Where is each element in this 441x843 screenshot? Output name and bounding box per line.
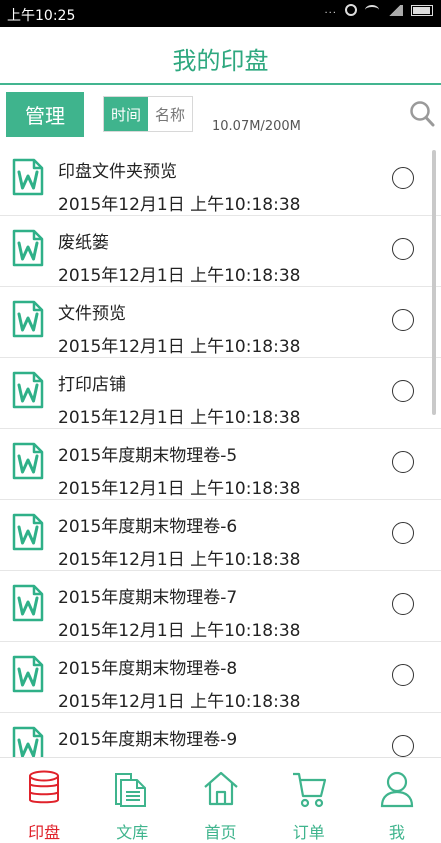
file-name: 印盘文件夹预览 xyxy=(58,162,177,182)
file-date: 2015年12月1日 上午10:18:38 xyxy=(58,479,301,499)
file-name: 2015年度期末物理卷-7 xyxy=(58,588,238,608)
select-radio[interactable] xyxy=(392,309,414,331)
file-row[interactable]: 2015年度期末物理卷-5 2015年12月1日 上午10:18:38 xyxy=(0,429,441,500)
select-radio[interactable] xyxy=(392,664,414,686)
tab-documents[interactable]: 文库 xyxy=(88,758,176,842)
notification-dots: ... xyxy=(324,4,337,16)
file-date: 2015年12月1日 上午10:18:38 xyxy=(58,337,301,357)
select-radio[interactable] xyxy=(392,593,414,615)
select-radio[interactable] xyxy=(392,522,414,544)
status-bar: 上午10:25 ... xyxy=(0,0,441,27)
sort-toggle: 时间 名称 xyxy=(103,96,193,132)
tab-user[interactable]: 我 xyxy=(353,758,441,842)
file-row[interactable]: 文件预览 2015年12月1日 上午10:18:38 xyxy=(0,287,441,358)
file-row[interactable]: 2015年度期末物理卷-9 xyxy=(0,713,441,757)
sort-by-time-tab[interactable]: 时间 xyxy=(104,97,148,131)
file-row[interactable]: 2015年度期末物理卷-6 2015年12月1日 上午10:18:38 xyxy=(0,500,441,571)
tab-home[interactable]: 首页 xyxy=(176,758,264,842)
sort-by-name-tab[interactable]: 名称 xyxy=(148,97,192,131)
file-name: 2015年度期末物理卷-9 xyxy=(58,730,238,750)
word-document-icon xyxy=(11,442,45,484)
select-radio[interactable] xyxy=(392,451,414,473)
select-radio[interactable] xyxy=(392,735,414,757)
title-bar: 我的印盘 xyxy=(0,27,441,85)
tab-cart[interactable]: 订单 xyxy=(265,758,353,842)
tab-label: 印盘 xyxy=(28,823,61,842)
file-date: 2015年12月1日 上午10:18:38 xyxy=(58,621,301,641)
word-document-icon xyxy=(11,158,45,200)
search-icon[interactable] xyxy=(409,100,435,132)
status-time: 上午10:25 xyxy=(7,8,76,24)
select-radio[interactable] xyxy=(392,380,414,402)
file-name: 2015年度期末物理卷-6 xyxy=(58,517,238,537)
word-document-icon xyxy=(11,371,45,413)
toolbar: 管理 时间 名称 10.07M/200M xyxy=(0,85,441,145)
select-radio[interactable] xyxy=(392,238,414,260)
tab-label: 首页 xyxy=(204,823,237,842)
tab-label: 我 xyxy=(388,823,405,842)
word-document-icon xyxy=(11,229,45,271)
alarm-icon xyxy=(345,4,357,16)
word-document-icon xyxy=(11,655,45,697)
signal-icon xyxy=(387,4,403,16)
file-row[interactable]: 2015年度期末物理卷-8 2015年12月1日 上午10:18:38 xyxy=(0,642,441,713)
file-name: 打印店铺 xyxy=(58,375,126,395)
file-name: 文件预览 xyxy=(58,304,126,324)
file-date: 2015年12月1日 上午10:18:38 xyxy=(58,195,301,215)
word-document-icon xyxy=(11,726,45,757)
battery-icon xyxy=(411,4,433,16)
file-date: 2015年12月1日 上午10:18:38 xyxy=(58,408,301,428)
bottom-tab-bar: 印盘 文库 首页 订单 我 xyxy=(0,757,441,842)
file-name: 2015年度期末物理卷-5 xyxy=(58,446,238,466)
word-document-icon xyxy=(11,300,45,342)
file-name: 废纸篓 xyxy=(58,233,109,253)
file-row[interactable]: 印盘文件夹预览 2015年12月1日 上午10:18:38 xyxy=(0,145,441,216)
file-row[interactable]: 废纸篓 2015年12月1日 上午10:18:38 xyxy=(0,216,441,287)
select-radio[interactable] xyxy=(392,167,414,189)
file-list: 印盘文件夹预览 2015年12月1日 上午10:18:38 废纸篓 2015年12月1… xyxy=(0,145,441,757)
file-row[interactable]: 打印店铺 2015年12月1日 上午10:18:38 xyxy=(0,358,441,429)
manage-button[interactable]: 管理 xyxy=(6,92,84,137)
file-date: 2015年12月1日 上午10:18:38 xyxy=(58,692,301,712)
tab-database[interactable]: 印盘 xyxy=(0,758,88,842)
storage-usage: 10.07M/200M xyxy=(212,119,301,134)
status-icons: ... xyxy=(324,4,433,16)
word-document-icon xyxy=(11,584,45,626)
file-date: 2015年12月1日 上午10:18:38 xyxy=(58,266,301,286)
page-title: 我的印盘 xyxy=(172,47,269,75)
file-date: 2015年12月1日 上午10:18:38 xyxy=(58,550,301,570)
list-scrollbar[interactable] xyxy=(432,150,436,415)
tab-label: 订单 xyxy=(292,823,325,842)
file-name: 2015年度期末物理卷-8 xyxy=(58,659,238,679)
tab-label: 文库 xyxy=(116,823,149,842)
word-document-icon xyxy=(11,513,45,555)
wifi-icon xyxy=(365,5,379,15)
file-row[interactable]: 2015年度期末物理卷-7 2015年12月1日 上午10:18:38 xyxy=(0,571,441,642)
